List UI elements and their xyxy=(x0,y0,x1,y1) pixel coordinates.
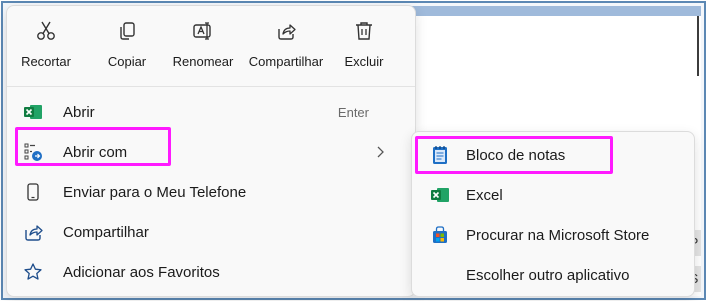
share-icon xyxy=(278,24,296,40)
menu-item-share[interactable]: Compartilhar xyxy=(11,213,411,251)
excel-icon xyxy=(431,188,449,202)
submenu-item-label: Excel xyxy=(466,186,503,204)
menu-item-send-to-phone[interactable]: Enviar para o Meu Telefone xyxy=(11,173,411,211)
submenu-item-microsoft-store[interactable]: Procurar na Microsoft Store xyxy=(418,216,690,254)
window-scrollbar[interactable] xyxy=(697,16,699,76)
rename-button[interactable]: Renomear xyxy=(167,14,239,84)
trash-icon xyxy=(356,22,372,40)
menu-item-label: Adicionar aos Favoritos xyxy=(63,263,220,281)
submenu-item-choose-another-app[interactable]: Escolher outro aplicativo xyxy=(418,256,690,294)
microsoft-store-icon xyxy=(433,226,447,243)
menu-divider xyxy=(7,86,415,87)
submenu-item-label: Procurar na Microsoft Store xyxy=(466,226,650,244)
notepad-highlight-box xyxy=(415,136,613,174)
chevron-right-icon xyxy=(377,146,384,158)
cut-button[interactable]: Recortar xyxy=(21,14,71,84)
copy-icon xyxy=(120,22,135,40)
menu-item-label: Abrir xyxy=(63,103,95,121)
excel-icon xyxy=(24,105,42,119)
phone-icon xyxy=(27,183,39,201)
rename-label: Renomear xyxy=(172,54,234,69)
window-title-band xyxy=(406,6,701,16)
quick-actions-bar: Recortar Copiar Renomear Compartilhar Ex… xyxy=(7,14,415,84)
copy-label: Copiar xyxy=(107,54,147,69)
scissors-icon xyxy=(37,21,55,40)
share-label: Compartilhar xyxy=(248,54,324,69)
context-menu: Recortar Copiar Renomear Compartilhar Ex… xyxy=(6,5,416,297)
delete-label: Excluir xyxy=(344,54,384,69)
star-icon xyxy=(24,263,42,280)
menu-item-shortcut: Enter xyxy=(337,104,369,120)
submenu-item-excel[interactable]: Excel xyxy=(418,176,690,214)
share-icon xyxy=(25,225,43,241)
menu-item-label: Compartilhar xyxy=(63,223,149,241)
menu-item-add-favorites[interactable]: Adicionar aos Favoritos xyxy=(11,253,411,291)
delete-button[interactable]: Excluir xyxy=(337,14,391,84)
menu-item-label: Enviar para o Meu Telefone xyxy=(63,183,247,201)
open-with-highlight-box xyxy=(15,127,171,166)
menu-item-open[interactable]: Abrir Enter xyxy=(11,93,411,131)
cut-label: Recortar xyxy=(21,54,71,69)
rename-icon xyxy=(193,22,211,40)
copy-button[interactable]: Copiar xyxy=(101,14,153,84)
submenu-item-label: Escolher outro aplicativo xyxy=(466,266,630,284)
open-with-submenu: Bloco de notas Excel Procurar na Microso… xyxy=(411,131,695,297)
share-button[interactable]: Compartilhar xyxy=(243,14,329,84)
